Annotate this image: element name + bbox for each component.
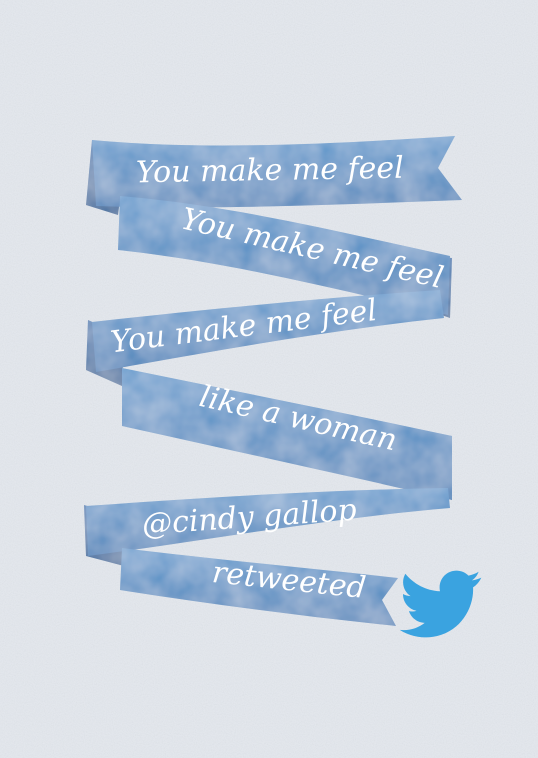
- ribbon-line-1: You make me feel: [136, 151, 404, 191]
- paper-background: [0, 0, 538, 758]
- ribbon-artwork: You make me feel You make me feel You ma…: [0, 0, 538, 758]
